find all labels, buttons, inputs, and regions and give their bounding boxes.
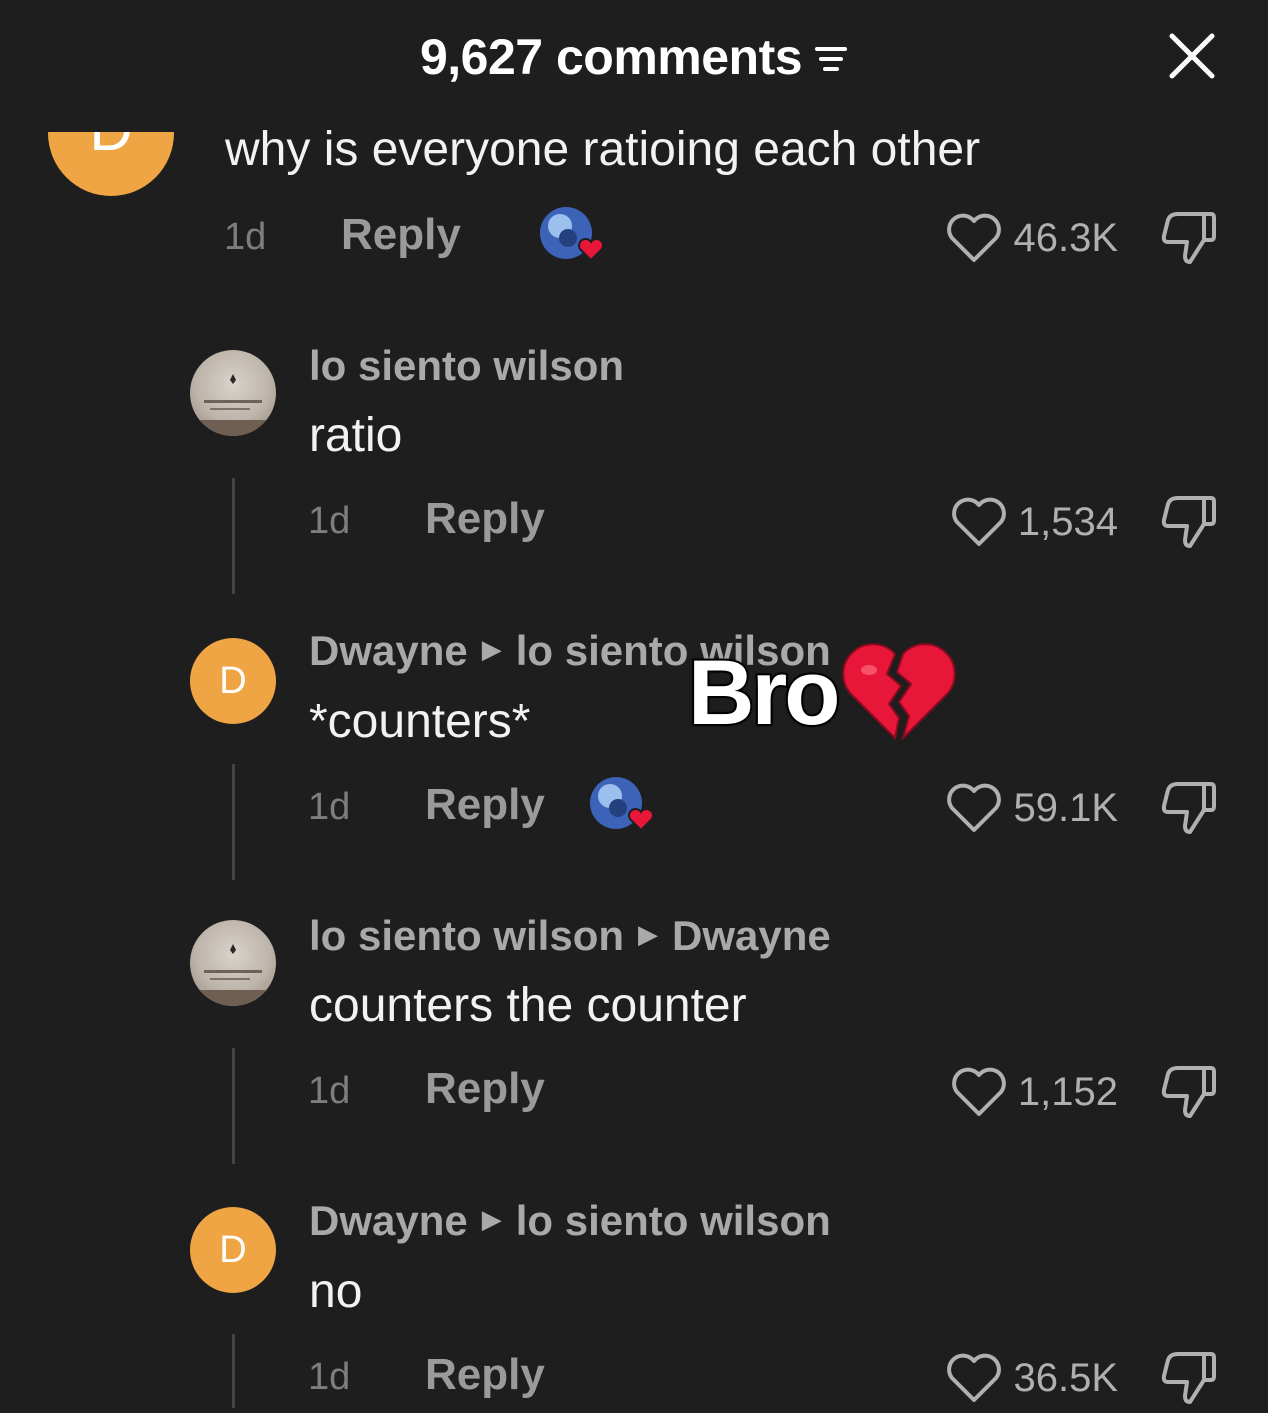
comments-count-title: 9,627 comments	[419, 29, 803, 85]
comment-time: 1d	[308, 1356, 351, 1398]
dislike-icon[interactable]	[1158, 776, 1220, 838]
reply-arrow-icon: ▶	[481, 634, 502, 665]
reply-to-username: Dwayne	[672, 912, 831, 959]
heart-icon	[947, 1353, 1002, 1402]
avatar-photo	[190, 374, 276, 436]
overlay-sticker: Bro	[686, 640, 957, 747]
heart-icon	[952, 497, 1006, 546]
reply-arrow-icon: ▶	[638, 919, 659, 950]
avatar-photo	[190, 944, 276, 1006]
reply-to-username: lo siento wilson	[515, 1197, 831, 1244]
heart-icon	[952, 1067, 1006, 1116]
reply-button[interactable]: Reply	[425, 1350, 545, 1400]
avatar[interactable]: D	[190, 1207, 276, 1293]
dislike-icon[interactable]	[1158, 1346, 1220, 1408]
comment-username: lo siento wilson ▶ Dwayne	[309, 912, 831, 959]
like-count: 46.3K	[1013, 215, 1118, 260]
dislike-icon[interactable]	[1158, 206, 1220, 268]
close-icon[interactable]	[1166, 30, 1218, 82]
comment-time: 1d	[308, 786, 351, 828]
comment-text: why is everyone ratioing each other	[225, 123, 981, 176]
thread-line	[232, 1334, 235, 1408]
reply-button[interactable]: Reply	[425, 494, 545, 544]
like-count: 1,152	[1017, 1069, 1118, 1114]
reply-button[interactable]: Reply	[425, 780, 545, 830]
comment-time: 1d	[308, 500, 351, 542]
dislike-icon[interactable]	[1158, 1060, 1220, 1122]
comment-time: 1d	[224, 216, 267, 258]
like-button[interactable]: 36.5K	[880, 1352, 1118, 1404]
comment-text: *counters*	[309, 695, 531, 748]
dislike-icon[interactable]	[1158, 490, 1220, 552]
comment-text: counters the counter	[309, 979, 747, 1032]
avatar[interactable]	[190, 350, 276, 436]
reply-button[interactable]: Reply	[425, 1064, 545, 1114]
comments-header: 9,627 comments	[0, 0, 1268, 112]
creator-liked-avatar-icon	[588, 774, 660, 836]
heart-icon	[947, 783, 1002, 832]
like-button[interactable]: 1,152	[880, 1066, 1118, 1118]
reply-arrow-icon: ▶	[481, 1204, 502, 1235]
like-button[interactable]: 1,534	[880, 496, 1118, 548]
heart-icon	[947, 213, 1002, 262]
overlay-text: Bro	[686, 640, 842, 746]
thread-line	[232, 764, 235, 880]
broken-heart-icon	[841, 640, 957, 747]
thread-line	[232, 1048, 235, 1164]
like-count: 36.5K	[1013, 1355, 1118, 1400]
comment-text: ratio	[309, 409, 403, 462]
avatar[interactable]: D	[190, 638, 276, 724]
reply-button[interactable]: Reply	[341, 210, 461, 260]
like-count: 59.1K	[1013, 785, 1118, 830]
sort-filter-icon[interactable]	[814, 28, 848, 86]
avatar[interactable]	[190, 920, 276, 1006]
comment-time: 1d	[308, 1070, 351, 1112]
comment-username: Dwayne ▶ lo siento wilson	[309, 1197, 831, 1244]
like-button[interactable]: 46.3K	[880, 212, 1118, 264]
comment-username: lo siento wilson	[309, 342, 625, 389]
comment-text: no	[309, 1265, 363, 1318]
thread-line	[232, 478, 235, 594]
like-button[interactable]: 59.1K	[880, 782, 1118, 834]
creator-liked-avatar-icon	[538, 204, 610, 266]
like-count: 1,534	[1017, 499, 1118, 544]
